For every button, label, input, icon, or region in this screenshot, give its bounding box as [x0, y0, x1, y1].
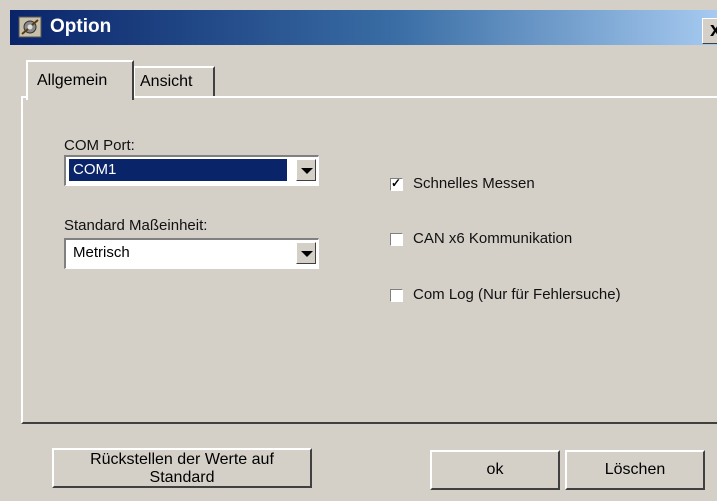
- close-icon: x: [709, 19, 717, 41]
- schnelles-messen-label: Schnelles Messen: [413, 175, 535, 192]
- reset-defaults-button[interactable]: Rückstellen der Werte auf Standard: [52, 448, 312, 488]
- tab-allgemein-label: Allgemein: [37, 72, 108, 89]
- option-dialog: Option x Allgemein Ansicht COM Port: COM…: [0, 0, 717, 501]
- com-log-label: Com Log (Nur für Fehlersuche): [413, 286, 621, 303]
- tab-allgemein[interactable]: Allgemein: [26, 60, 134, 100]
- com-log-checkbox[interactable]: [390, 289, 403, 302]
- checkmark-icon: ✓: [391, 176, 402, 190]
- tab-ansicht[interactable]: Ansicht: [133, 66, 215, 98]
- reset-line-2: Standard: [149, 469, 215, 486]
- settings-gear-icon: [18, 16, 42, 38]
- can-x6-checkbox[interactable]: [390, 233, 403, 246]
- window-title: Option: [50, 16, 112, 37]
- tab-ansicht-label: Ansicht: [140, 73, 193, 90]
- chevron-down-icon[interactable]: [296, 242, 316, 264]
- delete-button[interactable]: Löschen: [565, 450, 705, 490]
- schnelles-messen-checkbox[interactable]: ✓: [390, 176, 403, 191]
- unit-select[interactable]: Metrisch: [64, 238, 319, 269]
- title-bar[interactable]: Option x: [10, 10, 717, 45]
- ok-button[interactable]: ok: [430, 450, 560, 490]
- com-port-label: COM Port:: [64, 137, 135, 154]
- reset-line-1: Rückstellen der Werte auf: [90, 451, 274, 468]
- tab-panel-allgemein: COM Port: COM1 Standard Maßeinheit: Metr…: [21, 96, 717, 424]
- can-x6-label: CAN x6 Kommunikation: [413, 230, 573, 247]
- com-port-select[interactable]: COM1: [64, 155, 319, 186]
- close-button[interactable]: x: [702, 18, 717, 44]
- unit-label: Standard Maßeinheit:: [64, 217, 208, 234]
- com-port-value: COM1: [69, 159, 287, 181]
- chevron-down-icon[interactable]: [296, 159, 316, 181]
- unit-value: Metrisch: [73, 244, 130, 261]
